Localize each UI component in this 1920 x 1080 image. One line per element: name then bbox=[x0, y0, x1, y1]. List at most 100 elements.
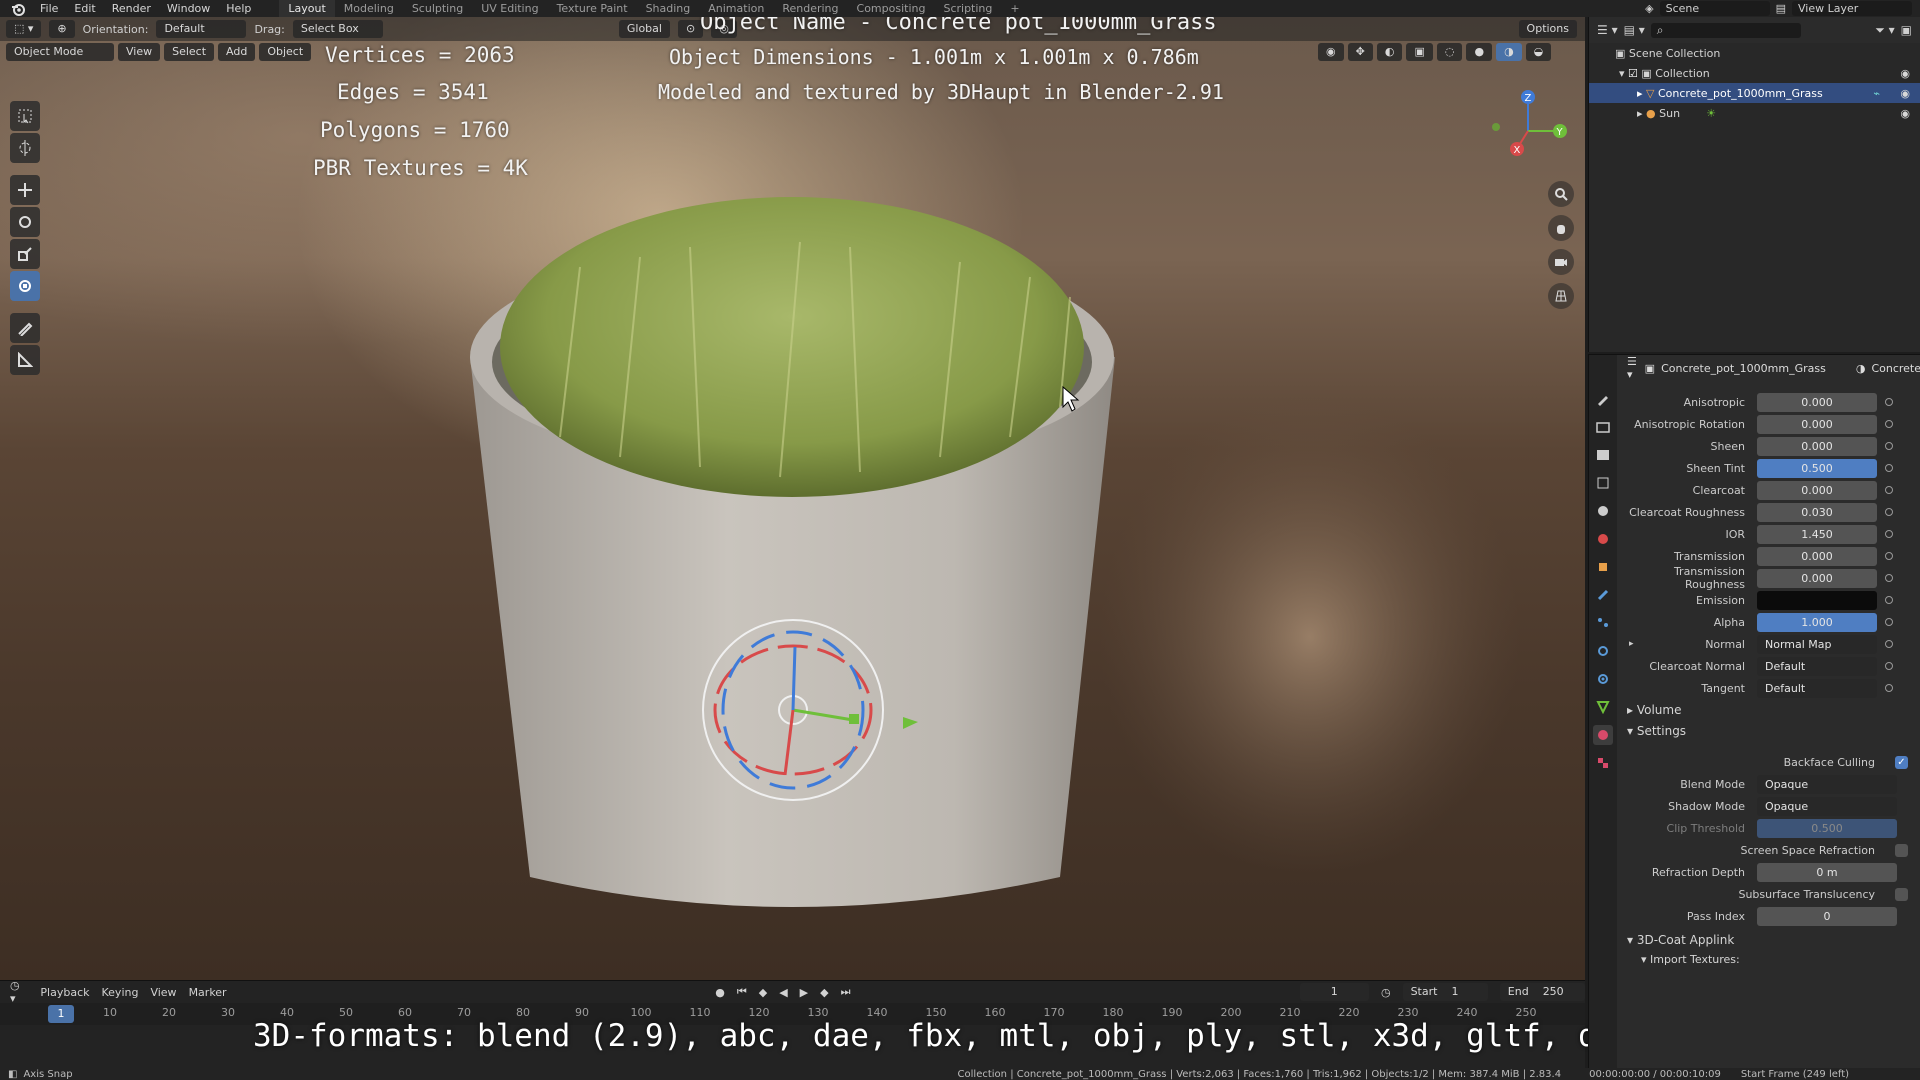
expand-arrow-icon[interactable]: ▸ bbox=[1637, 107, 1646, 120]
outliner-search-input[interactable]: ⌕ bbox=[1650, 22, 1801, 38]
tab-rendering[interactable]: Rendering bbox=[773, 0, 847, 17]
outliner-editor-icon[interactable]: ☰ ▾ bbox=[1597, 23, 1618, 37]
blend-mode-dropdown[interactable]: Opaque bbox=[1757, 774, 1897, 794]
socket-dot[interactable] bbox=[1885, 640, 1893, 648]
particles-tab-icon[interactable] bbox=[1593, 613, 1613, 633]
cursor-tool-icon[interactable] bbox=[10, 133, 40, 163]
rotate-tool-icon[interactable] bbox=[10, 207, 40, 237]
shading-solid-icon[interactable]: ● bbox=[1466, 43, 1493, 61]
display-mode-icon[interactable]: ▤ ▾ bbox=[1624, 23, 1645, 37]
expand-arrow-icon[interactable]: ▾ bbox=[1619, 67, 1628, 80]
navigation-gizmo[interactable]: Z Y X bbox=[1486, 87, 1570, 171]
prop-value-field[interactable]: 0.500 bbox=[1757, 458, 1877, 478]
socket-dot[interactable] bbox=[1885, 574, 1893, 582]
modifier-tab-icon[interactable] bbox=[1593, 585, 1613, 605]
object-menu[interactable]: Object bbox=[259, 43, 312, 61]
physics-tab-icon[interactable] bbox=[1593, 641, 1613, 661]
camera-view-icon[interactable] bbox=[1548, 249, 1574, 275]
tab-compositing[interactable]: Compositing bbox=[848, 0, 935, 17]
current-frame-field[interactable]: 1 bbox=[1299, 983, 1369, 1001]
outliner-row-object[interactable]: ▸ ▽ Concrete_pot_1000mm_Grass ⌁ ◉ bbox=[1589, 83, 1920, 103]
properties-editor-icon[interactable]: ☰ ▾ bbox=[1627, 355, 1639, 381]
menu-edit[interactable]: Edit bbox=[66, 0, 103, 17]
start-frame-field[interactable]: Start 1 bbox=[1402, 983, 1488, 1001]
socket-dot[interactable] bbox=[1885, 508, 1893, 516]
eye-icon[interactable]: ◉ bbox=[1900, 87, 1910, 100]
play-icon[interactable]: ▶ bbox=[800, 986, 808, 999]
options-dropdown[interactable]: Options bbox=[1518, 20, 1577, 38]
shading-rendered-icon[interactable]: ◒ bbox=[1525, 43, 1552, 61]
outliner-row-sun[interactable]: ▸ ● Sun ☀ ◉ bbox=[1589, 103, 1920, 123]
subsurface-checkbox[interactable] bbox=[1895, 887, 1908, 901]
menu-file[interactable]: File bbox=[32, 0, 66, 17]
tab-layout[interactable]: Layout bbox=[279, 0, 335, 17]
move-tool-icon[interactable] bbox=[10, 175, 40, 205]
socket-dot[interactable] bbox=[1885, 596, 1893, 604]
prop-link-field[interactable]: Default bbox=[1757, 656, 1877, 676]
outliner-row-collection[interactable]: ▾ ☑ ▣ Collection ◉ bbox=[1589, 63, 1920, 83]
section-volume[interactable]: ▸ Volume bbox=[1627, 703, 1681, 717]
section-settings[interactable]: ▾ Settings bbox=[1627, 724, 1686, 738]
socket-dot[interactable] bbox=[1885, 486, 1893, 494]
end-frame-field[interactable]: End 250 bbox=[1499, 983, 1585, 1001]
scene-tab-icon[interactable] bbox=[1593, 501, 1613, 521]
ssr-checkbox[interactable] bbox=[1895, 843, 1908, 857]
record-icon[interactable]: ● bbox=[715, 986, 725, 999]
import-textures-subpanel[interactable]: ▾ Import Textures: bbox=[1641, 953, 1740, 966]
tab-sculpting[interactable]: Sculpting bbox=[403, 0, 472, 17]
world-tab-icon[interactable] bbox=[1593, 529, 1613, 549]
scale-tool-icon[interactable] bbox=[10, 239, 40, 269]
playback-menu[interactable]: Playback bbox=[40, 986, 89, 999]
transform-space-dropdown[interactable]: Global bbox=[618, 20, 670, 38]
prop-value-field[interactable]: 0.030 bbox=[1757, 502, 1877, 522]
prop-value-field[interactable]: 0.000 bbox=[1757, 546, 1877, 566]
view-menu[interactable]: View bbox=[118, 43, 161, 61]
material-tab-icon[interactable] bbox=[1593, 725, 1613, 745]
socket-dot[interactable] bbox=[1885, 662, 1893, 670]
annotate-tool-icon[interactable] bbox=[10, 313, 40, 343]
pan-hand-icon[interactable] bbox=[1548, 215, 1574, 241]
prop-value-field[interactable]: 1.450 bbox=[1757, 524, 1877, 544]
object-tab-icon[interactable] bbox=[1593, 557, 1613, 577]
blender-logo-icon[interactable] bbox=[10, 1, 26, 17]
new-collection-icon[interactable]: ▣ bbox=[1901, 23, 1912, 37]
texture-tab-icon[interactable] bbox=[1593, 753, 1613, 773]
play-reverse-icon[interactable]: ◀ bbox=[779, 986, 787, 999]
socket-dot[interactable] bbox=[1885, 464, 1893, 472]
prop-value-field[interactable]: 1.000 bbox=[1757, 612, 1877, 632]
add-menu[interactable]: Add bbox=[218, 43, 256, 61]
mode-dropdown[interactable]: Object Mode bbox=[6, 43, 114, 61]
section-3dcoat[interactable]: ▾ 3D-Coat Applink bbox=[1627, 933, 1734, 947]
editor-type-icon[interactable]: ⬚ ▾ bbox=[6, 20, 42, 38]
tab-modeling[interactable]: Modeling bbox=[335, 0, 403, 17]
3d-viewport[interactable]: ⬚ ▾ ⊕ Orientation: Default Drag: Select … bbox=[0, 17, 1585, 980]
menu-render[interactable]: Render bbox=[104, 0, 159, 17]
socket-dot[interactable] bbox=[1885, 684, 1893, 692]
clip-threshold-field[interactable]: 0.500 bbox=[1757, 818, 1897, 838]
marker-menu[interactable]: Marker bbox=[189, 986, 227, 999]
view-layer-tab-icon[interactable] bbox=[1593, 473, 1613, 493]
prop-value-field[interactable]: 0.000 bbox=[1757, 480, 1877, 500]
transform-pivot-icon[interactable]: ⊕ bbox=[49, 20, 75, 38]
tool-tab-icon[interactable] bbox=[1593, 389, 1613, 409]
prop-value-field[interactable]: 0.000 bbox=[1757, 414, 1877, 434]
select-box-tool-icon[interactable] bbox=[10, 101, 40, 131]
eye-icon[interactable]: ◉ bbox=[1900, 107, 1910, 120]
socket-dot[interactable] bbox=[1885, 552, 1893, 560]
xray-icon[interactable]: ▣ bbox=[1406, 43, 1433, 61]
prev-keyframe-icon[interactable]: ◆ bbox=[759, 986, 767, 999]
backface-culling-checkbox[interactable]: ✓ bbox=[1895, 755, 1908, 769]
shadow-mode-dropdown[interactable]: Opaque bbox=[1757, 796, 1897, 816]
transform-tool-icon[interactable] bbox=[10, 271, 40, 301]
socket-dot[interactable] bbox=[1885, 442, 1893, 450]
timeline-editor-type-icon[interactable]: ◷ ▾ bbox=[10, 979, 28, 1005]
eye-icon[interactable]: ◉ bbox=[1900, 67, 1910, 80]
drag-dropdown[interactable]: Select Box bbox=[292, 20, 383, 38]
expand-arrow-icon[interactable]: ▸ bbox=[1637, 87, 1646, 100]
perspective-grid-icon[interactable] bbox=[1548, 283, 1574, 309]
refraction-depth-field[interactable]: 0 m bbox=[1757, 862, 1897, 882]
shading-wireframe-icon[interactable]: ◌ bbox=[1436, 43, 1463, 61]
timeline-view-menu[interactable]: View bbox=[150, 986, 176, 999]
next-keyframe-icon[interactable]: ◆ bbox=[820, 986, 828, 999]
tab-uv-editing[interactable]: UV Editing bbox=[472, 0, 547, 17]
